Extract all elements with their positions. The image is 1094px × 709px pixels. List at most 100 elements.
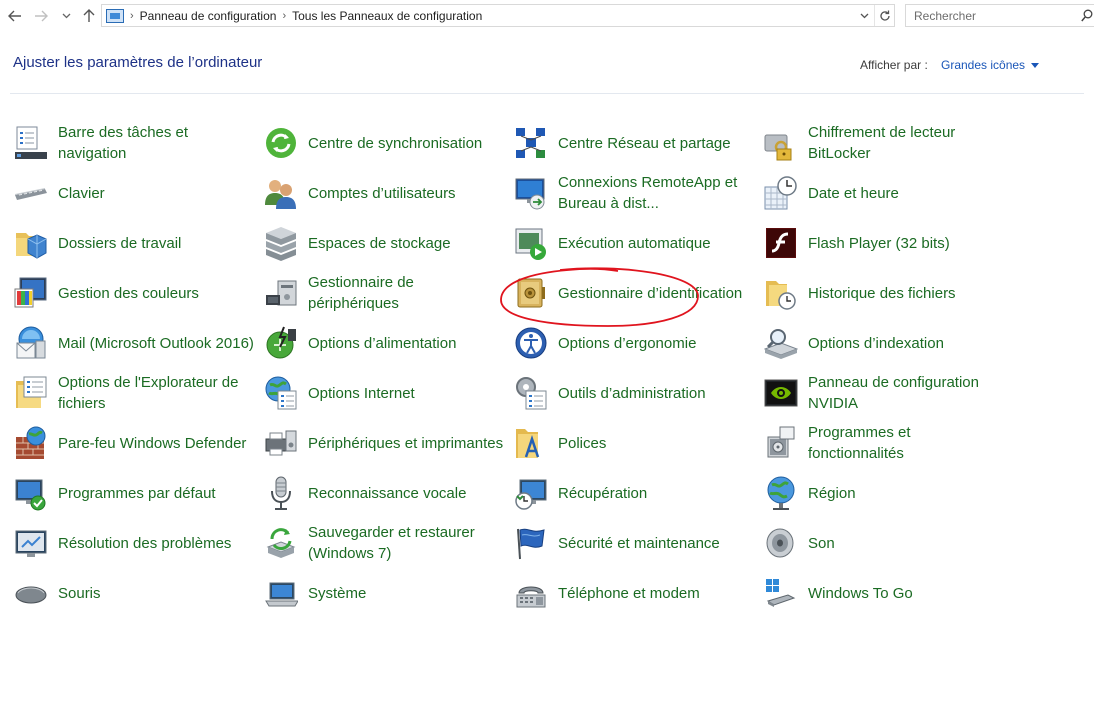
item-label[interactable]: Gestionnaire d’identification bbox=[558, 268, 754, 318]
item-windows-to-go[interactable]: Windows To Go bbox=[764, 568, 1004, 618]
item-label[interactable]: Clavier bbox=[58, 168, 254, 218]
item-mail[interactable]: Mail (Microsoft Outlook 2016) bbox=[14, 318, 254, 368]
breadcrumb-all-panels[interactable]: Tous les Panneaux de configuration bbox=[292, 9, 482, 23]
item-keyboard[interactable]: Clavier bbox=[14, 168, 254, 218]
item-programs-features[interactable]: Programmes et fonctionnalités bbox=[764, 418, 1004, 468]
item-label[interactable]: Région bbox=[808, 468, 1004, 518]
item-label[interactable]: Options d’ergonomie bbox=[558, 318, 754, 368]
item-troubleshooting[interactable]: Résolution des problèmes bbox=[14, 518, 254, 568]
item-label[interactable]: Panneau de configuration NVIDIA bbox=[808, 368, 1004, 418]
address-bar[interactable]: › Panneau de configuration › Tous les Pa… bbox=[101, 4, 895, 27]
item-label[interactable]: Windows To Go bbox=[808, 568, 1004, 618]
item-label[interactable]: Date et heure bbox=[808, 168, 1004, 218]
item-label[interactable]: Programmes et fonctionnalités bbox=[808, 418, 1004, 468]
item-sync-center[interactable]: Centre de synchronisation bbox=[264, 118, 504, 168]
item-label[interactable]: Pare-feu Windows Defender bbox=[58, 418, 254, 468]
storage-spaces-icon bbox=[266, 227, 296, 261]
item-label[interactable]: Souris bbox=[58, 568, 254, 618]
item-label[interactable]: Sauvegarder et restaurer (Windows 7) bbox=[308, 518, 504, 568]
view-by-dropdown[interactable]: Grandes icônes bbox=[941, 58, 1040, 72]
item-label[interactable]: Options d’indexation bbox=[808, 318, 1004, 368]
breadcrumb-separator-icon[interactable]: › bbox=[130, 10, 134, 22]
item-devices-printers[interactable]: Périphériques et imprimantes bbox=[264, 418, 504, 468]
item-label[interactable]: Système bbox=[308, 568, 504, 618]
item-internet-options[interactable]: Options Internet bbox=[264, 368, 504, 418]
item-label[interactable]: Connexions RemoteApp et Bureau à dist... bbox=[558, 168, 754, 218]
search-input[interactable] bbox=[914, 8, 1074, 23]
item-mouse[interactable]: Souris bbox=[14, 568, 254, 618]
dropdown-caret-icon[interactable] bbox=[1031, 62, 1040, 68]
item-label[interactable]: Son bbox=[808, 518, 1004, 568]
item-label[interactable]: Récupération bbox=[558, 468, 754, 518]
item-label[interactable]: Reconnaissance vocale bbox=[308, 468, 504, 518]
item-label[interactable]: Espaces de stockage bbox=[308, 218, 504, 268]
forward-arrow-icon[interactable] bbox=[30, 3, 52, 29]
item-device-manager[interactable]: Gestionnaire de périphériques bbox=[264, 268, 504, 318]
item-default-programs[interactable]: Programmes par défaut bbox=[14, 468, 254, 518]
item-label[interactable]: Mail (Microsoft Outlook 2016) bbox=[58, 318, 254, 368]
item-date-time[interactable]: Date et heure bbox=[764, 168, 1004, 218]
item-file-history[interactable]: Historique des fichiers bbox=[764, 268, 1004, 318]
item-label[interactable]: Centre Réseau et partage bbox=[558, 118, 754, 168]
item-bitlocker[interactable]: Chiffrement de lecteur BitLocker bbox=[764, 118, 1004, 168]
item-label[interactable]: Programmes par défaut bbox=[58, 468, 254, 518]
item-label[interactable]: Périphériques et imprimantes bbox=[308, 418, 504, 468]
item-sound[interactable]: Son bbox=[764, 518, 1004, 568]
item-label[interactable]: Options d’alimentation bbox=[308, 318, 504, 368]
item-label[interactable]: Outils d’administration bbox=[558, 368, 754, 418]
up-arrow-icon[interactable] bbox=[78, 3, 100, 29]
item-label[interactable]: Gestionnaire de périphériques bbox=[308, 268, 504, 318]
item-label[interactable]: Options de l'Explorateur de fichiers bbox=[58, 368, 254, 418]
item-user-accounts[interactable]: Comptes d’utilisateurs bbox=[264, 168, 504, 218]
breadcrumb-control-panel[interactable]: Panneau de configuration bbox=[140, 9, 277, 23]
item-label[interactable]: Sécurité et maintenance bbox=[558, 518, 754, 568]
item-flash-player[interactable]: Flash Player (32 bits) bbox=[764, 218, 1004, 268]
item-label[interactable]: Exécution automatique bbox=[558, 218, 754, 268]
address-dropdown-icon[interactable] bbox=[856, 5, 872, 26]
remoteapp-icon bbox=[515, 178, 545, 210]
item-credential-manager[interactable]: Gestionnaire d’identification bbox=[514, 268, 754, 318]
item-label[interactable]: Polices bbox=[558, 418, 754, 468]
item-recovery[interactable]: Récupération bbox=[514, 468, 754, 518]
item-remoteapp[interactable]: Connexions RemoteApp et Bureau à dist... bbox=[514, 168, 754, 218]
item-fonts[interactable]: Polices bbox=[514, 418, 754, 468]
view-by-value[interactable]: Grandes icônes bbox=[941, 58, 1025, 72]
item-color-management[interactable]: Gestion des couleurs bbox=[14, 268, 254, 318]
refresh-icon[interactable] bbox=[874, 5, 894, 26]
search-icon[interactable] bbox=[1081, 9, 1093, 22]
item-autoplay[interactable]: Exécution automatique bbox=[514, 218, 754, 268]
item-taskbar-navigation[interactable]: Barre des tâches et navigation bbox=[14, 118, 254, 168]
item-ease-of-access[interactable]: Options d’ergonomie bbox=[514, 318, 754, 368]
item-indexing-options[interactable]: Options d’indexation bbox=[764, 318, 1004, 368]
item-nvidia-panel[interactable]: Panneau de configuration NVIDIA bbox=[764, 368, 1004, 418]
item-backup-restore[interactable]: Sauvegarder et restaurer (Windows 7) bbox=[264, 518, 504, 568]
item-security-maintenance[interactable]: Sécurité et maintenance bbox=[514, 518, 754, 568]
item-firewall[interactable]: Pare-feu Windows Defender bbox=[14, 418, 254, 468]
item-label[interactable]: Dossiers de travail bbox=[58, 218, 254, 268]
item-phone-modem[interactable]: Téléphone et modem bbox=[514, 568, 754, 618]
item-label[interactable]: Historique des fichiers bbox=[808, 268, 1004, 318]
item-explorer-options[interactable]: Options de l'Explorateur de fichiers bbox=[14, 368, 254, 418]
search-box[interactable] bbox=[905, 4, 1094, 27]
item-label[interactable]: Résolution des problèmes bbox=[58, 518, 254, 568]
item-label[interactable]: Barre des tâches et navigation bbox=[58, 118, 254, 168]
item-work-folders[interactable]: Dossiers de travail bbox=[14, 218, 254, 268]
item-system[interactable]: Système bbox=[264, 568, 504, 618]
item-label[interactable]: Flash Player (32 bits) bbox=[808, 218, 1004, 268]
item-region[interactable]: Région bbox=[764, 468, 1004, 518]
back-arrow-icon[interactable] bbox=[4, 3, 26, 29]
item-network-sharing[interactable]: Centre Réseau et partage bbox=[514, 118, 754, 168]
item-label[interactable]: Chiffrement de lecteur BitLocker bbox=[808, 118, 1004, 168]
troubleshooting-icon bbox=[15, 530, 47, 557]
item-label[interactable]: Comptes d’utilisateurs bbox=[308, 168, 504, 218]
item-power-options[interactable]: Options d’alimentation bbox=[264, 318, 504, 368]
item-admin-tools[interactable]: Outils d’administration bbox=[514, 368, 754, 418]
item-label[interactable]: Téléphone et modem bbox=[558, 568, 754, 618]
item-label[interactable]: Gestion des couleurs bbox=[58, 268, 254, 318]
item-storage-spaces[interactable]: Espaces de stockage bbox=[264, 218, 504, 268]
item-label[interactable]: Options Internet bbox=[308, 368, 504, 418]
breadcrumb-separator-icon[interactable]: › bbox=[282, 10, 286, 22]
chevron-down-icon[interactable] bbox=[58, 3, 74, 29]
item-speech-recognition[interactable]: Reconnaissance vocale bbox=[264, 468, 504, 518]
item-label[interactable]: Centre de synchronisation bbox=[308, 118, 504, 168]
